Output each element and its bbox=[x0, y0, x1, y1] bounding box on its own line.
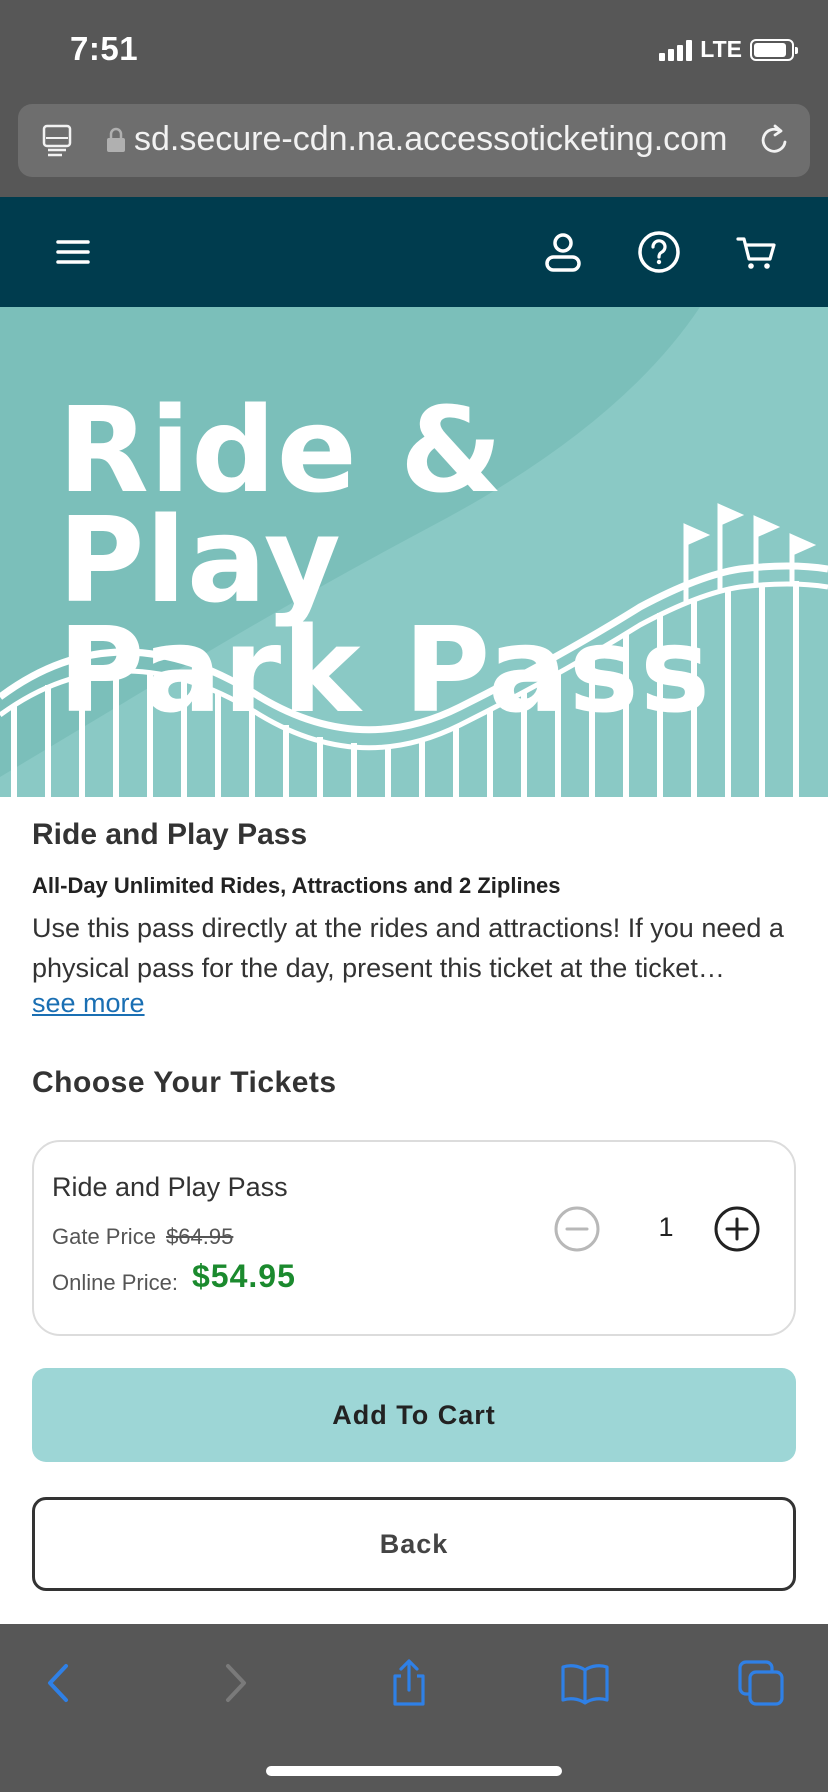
ticket-name: Ride and Play Pass bbox=[52, 1172, 288, 1202]
signal-icon bbox=[659, 39, 693, 61]
site-header bbox=[0, 197, 828, 307]
hero-title-line2: Park Pass bbox=[58, 601, 712, 739]
menu-icon[interactable] bbox=[50, 229, 96, 275]
product-description: Use this pass directly at the rides and … bbox=[32, 913, 784, 983]
bookmarks-icon[interactable] bbox=[560, 1658, 610, 1708]
back-arrow-icon[interactable] bbox=[34, 1658, 84, 1708]
gate-price-row: Gate Price $64.95 bbox=[52, 1224, 233, 1250]
home-indicator bbox=[266, 1766, 562, 1776]
help-icon[interactable] bbox=[636, 229, 682, 275]
forward-arrow-icon[interactable] bbox=[210, 1658, 260, 1708]
hero-title: Ride & Play Park Pass bbox=[58, 381, 828, 739]
gate-price-value: $64.95 bbox=[166, 1224, 234, 1249]
hero-banner: Ride & Play Park Pass bbox=[0, 307, 828, 797]
online-price-label: Online Price: bbox=[52, 1270, 178, 1295]
user-icon[interactable] bbox=[540, 229, 586, 275]
url-text[interactable]: sd.secure-cdn.na.accessoticketing.com bbox=[134, 120, 754, 159]
increase-quantity-button[interactable] bbox=[712, 1204, 762, 1254]
network-label: LTE bbox=[700, 36, 742, 62]
product-name: Ride and Play Pass bbox=[32, 818, 308, 851]
section-title: Choose Your Tickets bbox=[32, 1066, 337, 1099]
lock-icon bbox=[107, 127, 125, 152]
gate-price-label: Gate Price bbox=[52, 1224, 156, 1249]
share-icon[interactable] bbox=[384, 1658, 434, 1708]
status-time: 7:51 bbox=[70, 30, 139, 67]
see-more-link[interactable]: see more bbox=[32, 988, 145, 1019]
address-bar[interactable]: sd.secure-cdn.na.accessoticketing.com bbox=[18, 104, 810, 177]
reader-icon[interactable] bbox=[42, 124, 72, 158]
cart-icon[interactable] bbox=[734, 229, 780, 275]
quantity-value: 1 bbox=[658, 1212, 674, 1242]
product-subtitle: All-Day Unlimited Rides, Attractions and… bbox=[32, 873, 561, 898]
top-chrome: 7:51 LTE sd.secure-cdn.na.accessoticketi… bbox=[0, 0, 828, 197]
browser-toolbar bbox=[0, 1624, 828, 1792]
tabs-icon[interactable] bbox=[736, 1658, 786, 1708]
hero-title-line1: Ride & Play bbox=[58, 381, 504, 629]
reload-icon[interactable] bbox=[756, 122, 792, 158]
add-to-cart-button[interactable]: Add To Cart bbox=[32, 1368, 796, 1462]
ticket-card: Ride and Play Pass Gate Price $64.95 Onl… bbox=[32, 1140, 796, 1336]
online-price-value: $54.95 bbox=[192, 1258, 296, 1294]
decrease-quantity-button[interactable] bbox=[552, 1204, 602, 1254]
battery-icon bbox=[750, 38, 798, 61]
back-button[interactable]: Back bbox=[32, 1497, 796, 1591]
status-indicators: LTE bbox=[659, 36, 798, 63]
